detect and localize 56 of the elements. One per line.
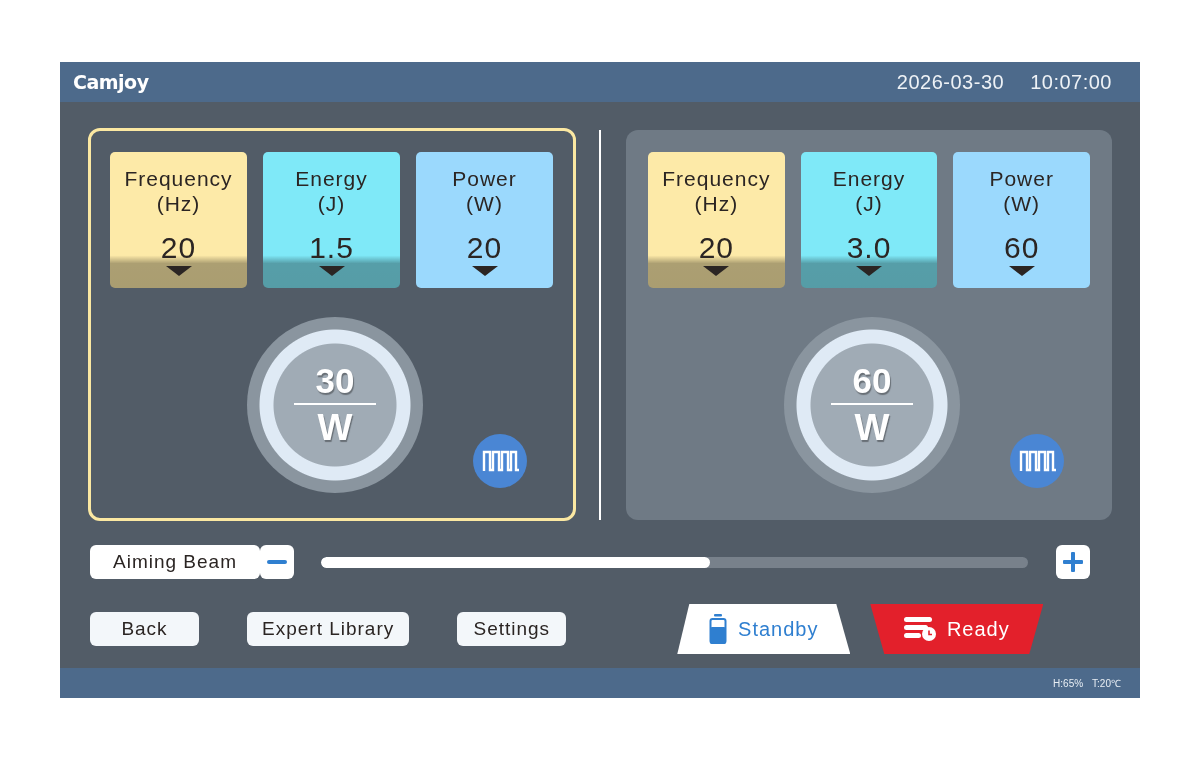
parameter-value: 20	[160, 232, 197, 264]
square-wave-icon[interactable]	[1010, 433, 1064, 488]
parameter-label: Energy	[295, 166, 368, 191]
parameter-label: Frequency	[662, 165, 771, 191]
date-text: 2026-03-30	[896, 70, 1005, 94]
dial-unit: W	[854, 407, 890, 448]
dial-value: 30	[315, 362, 355, 400]
parameter-value: 60	[1004, 231, 1040, 264]
decrease-button[interactable]	[260, 545, 294, 579]
parameter-value: 20	[466, 232, 503, 264]
increase-button[interactable]	[1056, 545, 1090, 579]
parameter-tile[interactable]: Power (W) 60	[953, 151, 1090, 288]
parameter-label: Power	[452, 166, 517, 191]
dial-value: 60	[852, 361, 892, 400]
parameter-label: Energy	[832, 165, 906, 191]
aiming-beam-button[interactable]: Aiming Beam	[90, 545, 260, 579]
parameter-tile[interactable]: Energy (J) 3.0	[800, 151, 938, 288]
caret-icon	[703, 265, 730, 276]
parameter-tile[interactable]: Energy (J) 1.5	[263, 152, 400, 288]
parameter-unit: (J)	[855, 190, 883, 216]
logo: Camjoy	[73, 71, 149, 93]
nav-button[interactable]: Back	[90, 612, 199, 646]
parameter-value: 3.0	[846, 231, 892, 264]
parameter-tile[interactable]: Frequency (Hz) 20	[110, 152, 247, 288]
stack-clock-icon	[903, 617, 936, 641]
parameter-unit: (W)	[1003, 190, 1041, 216]
slider-track[interactable]	[321, 556, 1028, 568]
parameter-value: 20	[698, 231, 734, 264]
parameter-label: Power	[989, 165, 1054, 191]
parameter-tile[interactable]: Frequency (Hz) 20	[648, 151, 785, 288]
minus-icon	[267, 560, 287, 564]
square-wave-icon[interactable]	[473, 434, 527, 488]
parameter-label: Frequency	[124, 166, 233, 191]
caret-icon	[471, 266, 498, 276]
mode-button[interactable]: Ready	[870, 604, 1044, 654]
mode-button[interactable]: Standby	[677, 604, 851, 654]
humidity-text: H:65%	[1053, 677, 1084, 689]
nav-button[interactable]: Expert Library	[247, 612, 410, 646]
dial-unit: W	[317, 408, 353, 448]
parameter-value: 1.5	[309, 232, 354, 264]
parameter-tile[interactable]: Power (W) 20	[416, 152, 553, 288]
battery-icon	[709, 614, 728, 644]
parameter-unit: (Hz)	[694, 190, 739, 216]
parameter-unit: (W)	[466, 191, 503, 216]
caret-icon	[1008, 265, 1035, 276]
caret-icon	[318, 266, 345, 276]
temperature-text: T:20℃	[1092, 677, 1121, 690]
caret-icon	[165, 266, 192, 276]
plus-icon	[1063, 552, 1083, 572]
time-text: 10:07:00	[1030, 70, 1112, 94]
nav-button[interactable]: Settings	[457, 612, 567, 646]
caret-icon	[856, 265, 882, 276]
channel-panel[interactable]: Frequency (Hz) 20 Energy (J) 3.0 Power (W) 60 60 W	[626, 129, 1112, 520]
channel-panel[interactable]: Frequency (Hz) 20 Energy (J) 1.5 Power (W) 20 30 W	[88, 128, 576, 521]
parameter-unit: (Hz)	[156, 191, 201, 216]
parameter-unit: (J)	[317, 191, 346, 216]
